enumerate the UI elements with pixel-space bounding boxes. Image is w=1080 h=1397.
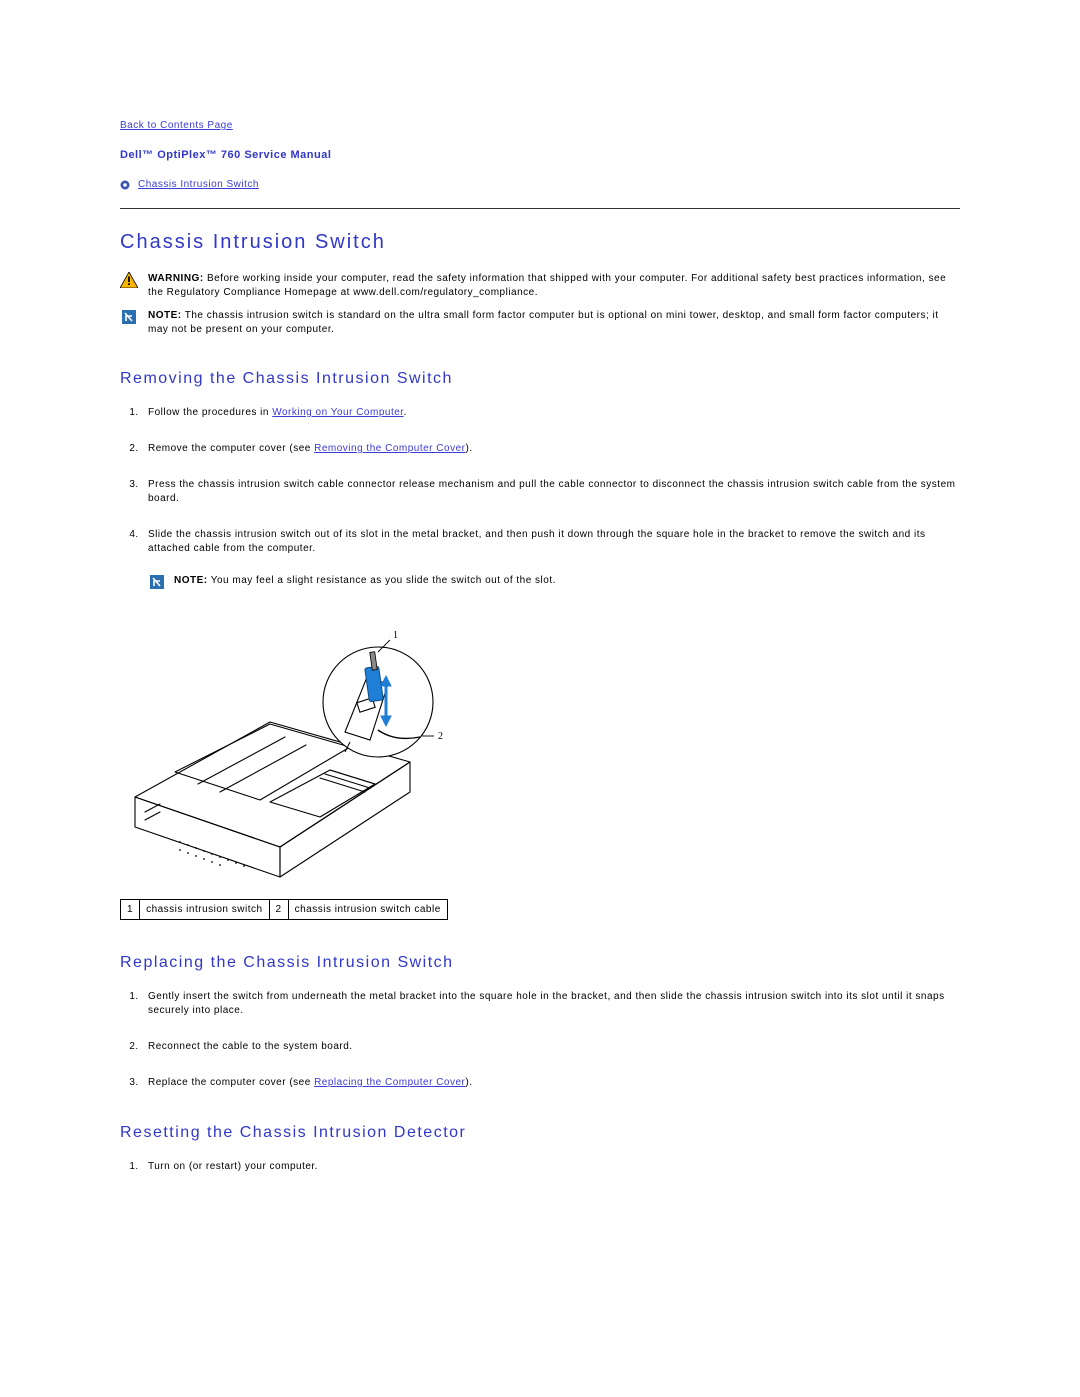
note-body: The chassis intrusion switch is standard… xyxy=(148,310,939,335)
note-icon xyxy=(120,309,138,325)
list-item: Gently insert the switch from underneath… xyxy=(142,990,960,1018)
bullet-icon xyxy=(120,180,130,190)
step-text: ). xyxy=(465,443,472,454)
callout-1: 1 xyxy=(393,630,399,641)
legend-label: chassis intrusion switch xyxy=(140,900,269,920)
note-text: NOTE: The chassis intrusion switch is st… xyxy=(148,309,960,336)
list-item: Slide the chassis intrusion switch out o… xyxy=(142,528,960,590)
warning-text: WARNING: Before working inside your comp… xyxy=(148,272,960,299)
legend-num: 2 xyxy=(269,900,288,920)
note-icon xyxy=(148,574,166,590)
step4-note-text: NOTE: You may feel a slight resistance a… xyxy=(174,574,556,588)
legend-label: chassis intrusion switch cable xyxy=(288,900,447,920)
removing-title: Removing the Chassis Intrusion Switch xyxy=(120,370,960,388)
diagram-legend: 1 chassis intrusion switch 2 chassis int… xyxy=(120,899,448,920)
manual-title: Dell™ OptiPlex™ 760 Service Manual xyxy=(120,149,960,161)
callout-2: 2 xyxy=(438,731,444,742)
step-text: Slide the chassis intrusion switch out o… xyxy=(148,529,926,554)
step-text: Turn on (or restart) your computer. xyxy=(148,1161,318,1172)
list-item: Press the chassis intrusion switch cable… xyxy=(142,478,960,506)
warning-body: Before working inside your computer, rea… xyxy=(148,273,946,298)
replacing-title: Replacing the Chassis Intrusion Switch xyxy=(120,954,960,972)
step-text: Follow the procedures in xyxy=(148,407,272,418)
resetting-title: Resetting the Chassis Intrusion Detector xyxy=(120,1124,960,1142)
step-text: Remove the computer cover (see xyxy=(148,443,314,454)
back-to-contents-row: Back to Contents Page xyxy=(120,120,960,131)
table-row: 1 chassis intrusion switch 2 chassis int… xyxy=(121,900,448,920)
warning-block: WARNING: Before working inside your comp… xyxy=(120,272,960,299)
link-removing-cover[interactable]: Removing the Computer Cover xyxy=(314,443,465,454)
step4-note: NOTE: You may feel a slight resistance a… xyxy=(148,574,960,590)
step-text: Replace the computer cover (see xyxy=(148,1077,314,1088)
link-replacing-cover[interactable]: Replacing the Computer Cover xyxy=(314,1077,465,1088)
warning-label: WARNING: xyxy=(148,273,204,284)
link-working-on-computer[interactable]: Working on Your Computer xyxy=(272,407,403,418)
page-content: Back to Contents Page Dell™ OptiPlex™ 76… xyxy=(0,0,1080,1174)
list-item: Turn on (or restart) your computer. xyxy=(142,1160,960,1174)
step-text: . xyxy=(404,407,407,418)
back-to-contents-link[interactable]: Back to Contents Page xyxy=(120,120,233,131)
legend-num: 1 xyxy=(121,900,140,920)
toc-link-chassis-intrusion[interactable]: Chassis Intrusion Switch xyxy=(138,179,259,190)
note-label: NOTE: xyxy=(174,575,208,586)
step-text: Reconnect the cable to the system board. xyxy=(148,1041,353,1052)
step-text: ). xyxy=(465,1077,472,1088)
note-block: NOTE: The chassis intrusion switch is st… xyxy=(120,309,960,336)
note-label: NOTE: xyxy=(148,310,182,321)
list-item: Replace the computer cover (see Replacin… xyxy=(142,1076,960,1090)
list-item: Follow the procedures in Working on Your… xyxy=(142,406,960,420)
section-title: Chassis Intrusion Switch xyxy=(120,231,960,254)
divider xyxy=(120,208,960,209)
step-text: Press the chassis intrusion switch cable… xyxy=(148,479,955,504)
removing-steps: Follow the procedures in Working on Your… xyxy=(120,406,960,590)
list-item: Remove the computer cover (see Removing … xyxy=(142,442,960,456)
step-text: Gently insert the switch from underneath… xyxy=(148,991,945,1016)
resetting-steps: Turn on (or restart) your computer. xyxy=(120,1160,960,1174)
warning-icon xyxy=(120,272,138,288)
note-body: You may feel a slight resistance as you … xyxy=(208,575,556,586)
replacing-steps: Gently insert the switch from underneath… xyxy=(120,990,960,1090)
list-item: Reconnect the cable to the system board. xyxy=(142,1040,960,1054)
diagram: 1 2 xyxy=(120,612,960,885)
toc-row: Chassis Intrusion Switch xyxy=(120,179,960,190)
